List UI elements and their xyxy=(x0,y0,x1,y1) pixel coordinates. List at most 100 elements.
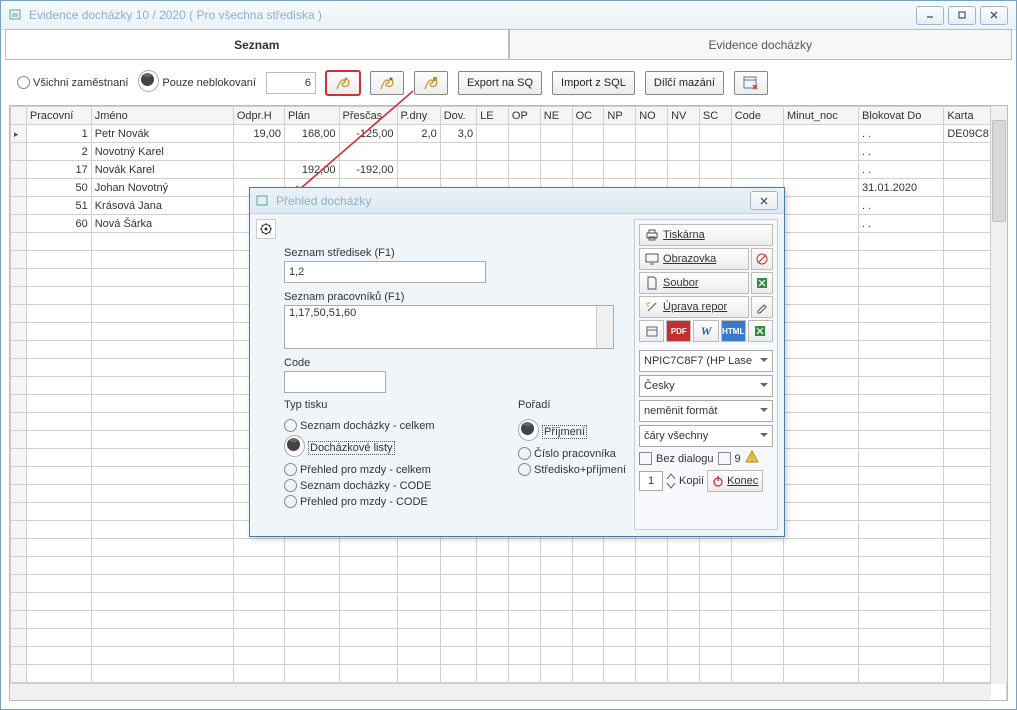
print-order-option[interactable]: Příjmení xyxy=(518,419,626,444)
cell[interactable] xyxy=(540,161,572,179)
output-printer-button[interactable]: Tiskárna xyxy=(639,224,773,246)
column-header[interactable]: Blokovat Do xyxy=(859,107,944,125)
cell[interactable] xyxy=(636,161,668,179)
cell[interactable] xyxy=(477,125,509,143)
radio-all-employees[interactable]: Všichni zaměstnaní xyxy=(17,76,128,89)
horizontal-scrollbar[interactable] xyxy=(10,683,991,700)
cell[interactable] xyxy=(604,143,636,161)
count-field[interactable]: 6 xyxy=(266,72,316,94)
cell[interactable] xyxy=(668,143,700,161)
format-calendar-button[interactable] xyxy=(639,320,664,342)
output-edit-pencil[interactable] xyxy=(751,296,773,318)
cell[interactable] xyxy=(731,143,783,161)
cell[interactable] xyxy=(572,161,604,179)
column-header[interactable]: Plán xyxy=(284,107,339,125)
dialog-close-button[interactable] xyxy=(750,191,778,210)
settings-button[interactable] xyxy=(256,219,276,239)
cell[interactable] xyxy=(233,161,284,179)
cell[interactable] xyxy=(668,161,700,179)
cell[interactable] xyxy=(699,125,731,143)
cell[interactable]: Novotný Karel xyxy=(91,143,233,161)
print-order-option[interactable]: Číslo pracovníka xyxy=(518,447,626,460)
output-file-button[interactable]: Soubor xyxy=(639,272,749,294)
print-type-option[interactable]: Přehled pro mzdy - CODE xyxy=(284,495,494,508)
cell[interactable] xyxy=(540,143,572,161)
cell[interactable] xyxy=(784,197,859,215)
cell[interactable]: . . xyxy=(859,143,944,161)
cell[interactable] xyxy=(477,161,509,179)
cell[interactable]: . . xyxy=(859,161,944,179)
tab-seznam[interactable]: Seznam xyxy=(5,29,509,59)
format-pdf-button[interactable]: PDF xyxy=(666,320,691,342)
cell[interactable] xyxy=(508,161,540,179)
print-type-option[interactable]: Přehled pro mzdy - celkem xyxy=(284,463,494,476)
cell[interactable] xyxy=(699,161,731,179)
format-html-button[interactable]: HTML xyxy=(721,320,746,342)
print-order-option[interactable]: Středisko+příjmení xyxy=(518,463,626,476)
radio-nonblocked[interactable]: Pouze neblokovaní xyxy=(138,70,256,95)
format-word-button[interactable]: W xyxy=(693,320,718,342)
cell[interactable]: -125,00 xyxy=(339,125,397,143)
column-header[interactable]: LE xyxy=(477,107,509,125)
column-header[interactable]: Minut_noc xyxy=(784,107,859,125)
cell[interactable]: Krásová Jana xyxy=(91,197,233,215)
column-header[interactable]: OC xyxy=(572,107,604,125)
print-overview-button[interactable] xyxy=(326,71,360,95)
column-header[interactable]: Code xyxy=(731,107,783,125)
cell[interactable] xyxy=(284,143,339,161)
partial-delete-button[interactable]: Dílčí mazání xyxy=(645,71,724,95)
maximize-button[interactable] xyxy=(948,6,976,25)
cell[interactable]: Johan Novotný xyxy=(91,179,233,197)
cell[interactable] xyxy=(604,161,636,179)
column-header[interactable]: NO xyxy=(636,107,668,125)
textarea-scrollbar[interactable] xyxy=(596,306,613,348)
cell[interactable]: 51 xyxy=(26,197,91,215)
checkbox-no-dialog[interactable] xyxy=(639,452,652,465)
print-button-2[interactable] xyxy=(370,71,404,95)
cell[interactable]: 192,00 xyxy=(284,161,339,179)
cell[interactable] xyxy=(604,125,636,143)
column-header[interactable]: Odpr.H xyxy=(233,107,284,125)
output-edit-button[interactable]: Úprava repor xyxy=(639,296,749,318)
cell[interactable] xyxy=(699,143,731,161)
tab-evidence[interactable]: Evidence docházky xyxy=(509,29,1013,59)
cell[interactable] xyxy=(784,215,859,233)
cell[interactable]: 1 xyxy=(26,125,91,143)
select-printer[interactable]: NPIC7C8F7 (HP Lase xyxy=(639,350,773,372)
cell[interactable]: 19,00 xyxy=(233,125,284,143)
cell[interactable]: 168,00 xyxy=(284,125,339,143)
cell[interactable]: . . xyxy=(859,197,944,215)
cell[interactable]: -192,00 xyxy=(339,161,397,179)
cell[interactable] xyxy=(477,143,509,161)
cell[interactable] xyxy=(731,161,783,179)
cell[interactable]: 60 xyxy=(26,215,91,233)
cell[interactable] xyxy=(508,143,540,161)
column-header[interactable]: OP xyxy=(508,107,540,125)
cell[interactable]: 3,0 xyxy=(440,125,476,143)
import-sql-button[interactable]: Import z SQL xyxy=(552,71,635,95)
copies-spinner[interactable] xyxy=(666,472,676,490)
column-header[interactable]: NV xyxy=(668,107,700,125)
output-screen-button[interactable]: Obrazovka xyxy=(639,248,749,270)
cell[interactable]: Nová Šárka xyxy=(91,215,233,233)
output-file-excel[interactable] xyxy=(751,272,773,294)
close-button[interactable] xyxy=(980,6,1008,25)
select-lines[interactable]: čáry všechny xyxy=(639,425,773,447)
cell[interactable] xyxy=(636,143,668,161)
cell[interactable] xyxy=(397,161,440,179)
cell[interactable] xyxy=(233,143,284,161)
cell[interactable] xyxy=(731,125,783,143)
output-screen-cancel[interactable] xyxy=(751,248,773,270)
column-header[interactable]: Přesčas xyxy=(339,107,397,125)
copies-input[interactable]: 1 xyxy=(639,471,663,491)
column-header[interactable]: SC xyxy=(699,107,731,125)
cell[interactable]: 17 xyxy=(26,161,91,179)
cell[interactable]: Petr Novák xyxy=(91,125,233,143)
minimize-button[interactable] xyxy=(916,6,944,25)
format-excel-button[interactable] xyxy=(748,320,773,342)
cell[interactable] xyxy=(572,125,604,143)
cell[interactable] xyxy=(636,125,668,143)
cell[interactable] xyxy=(440,143,476,161)
cell[interactable]: 2,0 xyxy=(397,125,440,143)
column-header[interactable]: Pracovní xyxy=(26,107,91,125)
